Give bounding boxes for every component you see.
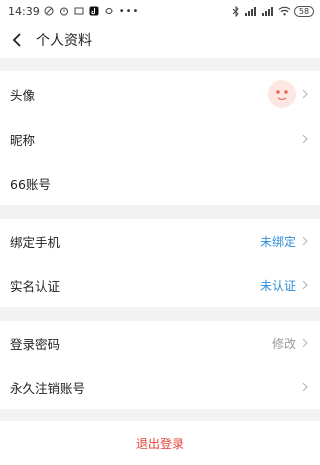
section-gap bbox=[0, 58, 320, 71]
chevron-right-icon bbox=[300, 88, 310, 100]
avatar-row[interactable]: 头像 bbox=[0, 71, 320, 117]
cancel-account-right bbox=[300, 381, 310, 393]
chevron-right-icon bbox=[300, 381, 310, 393]
phone-binding-label: 绑定手机 bbox=[10, 234, 61, 250]
battery-icon: 58 bbox=[294, 5, 314, 17]
sync-icon bbox=[104, 6, 115, 17]
realname-right: 未认证 bbox=[260, 277, 310, 294]
status-time: 14:39 bbox=[8, 4, 40, 18]
nickname-right bbox=[300, 133, 310, 145]
do-not-disturb-icon bbox=[44, 6, 55, 17]
nickname-row[interactable]: 昵称 bbox=[0, 117, 320, 161]
more-dots-icon: ••• bbox=[118, 5, 140, 17]
profile-section: 头像 昵称 66账号 bbox=[0, 71, 320, 205]
phone-binding-row[interactable]: 绑定手机 未绑定 bbox=[0, 219, 320, 263]
signal-icon-2 bbox=[261, 6, 275, 17]
alarm-icon bbox=[59, 6, 70, 17]
cancel-account-row[interactable]: 永久注销账号 bbox=[0, 365, 320, 409]
status-left: 14:39 ••• bbox=[8, 5, 139, 18]
section-gap bbox=[0, 307, 320, 321]
account-label: 66账号 bbox=[10, 176, 51, 192]
phone-binding-status: 未绑定 bbox=[259, 234, 296, 249]
cancel-account-label: 永久注销账号 bbox=[10, 380, 86, 396]
back-button[interactable] bbox=[8, 31, 26, 49]
password-row[interactable]: 登录密码 修改 bbox=[0, 321, 320, 365]
password-right: 修改 bbox=[272, 335, 310, 352]
back-arrow-icon bbox=[12, 33, 21, 47]
phone-binding-right: 未绑定 bbox=[260, 233, 310, 250]
chevron-right-icon bbox=[300, 235, 310, 247]
status-bar: 14:39 ••• 58 bbox=[0, 0, 320, 22]
realname-row[interactable]: 实名认证 未认证 bbox=[0, 263, 320, 307]
wifi-icon bbox=[278, 6, 291, 17]
logout-button[interactable]: 退出登录 bbox=[0, 421, 320, 465]
chevron-right-icon bbox=[300, 337, 310, 349]
binding-section: 绑定手机 未绑定 实名认证 未认证 bbox=[0, 219, 320, 307]
avatar bbox=[268, 80, 296, 108]
avatar-face-icon bbox=[276, 90, 288, 101]
page-header: 个人资料 bbox=[0, 22, 320, 58]
signal-icon bbox=[244, 6, 258, 17]
tiktok-icon bbox=[89, 6, 100, 17]
account-row: 66账号 bbox=[0, 161, 320, 205]
password-modify-link: 修改 bbox=[271, 336, 296, 351]
password-label: 登录密码 bbox=[10, 336, 61, 352]
status-right: 58 bbox=[230, 5, 314, 17]
realname-status: 未认证 bbox=[259, 278, 296, 293]
chevron-right-icon bbox=[300, 279, 310, 291]
avatar-label: 头像 bbox=[10, 87, 36, 103]
nickname-label: 昵称 bbox=[10, 132, 36, 148]
section-gap bbox=[0, 205, 320, 219]
message-icon bbox=[74, 6, 85, 17]
realname-label: 实名认证 bbox=[10, 278, 61, 294]
page-title: 个人资料 bbox=[36, 33, 92, 49]
avatar-right bbox=[268, 80, 310, 108]
section-gap bbox=[0, 409, 320, 421]
chevron-right-icon bbox=[300, 133, 310, 145]
bluetooth-icon bbox=[230, 5, 241, 17]
security-section: 登录密码 修改 永久注销账号 bbox=[0, 321, 320, 409]
